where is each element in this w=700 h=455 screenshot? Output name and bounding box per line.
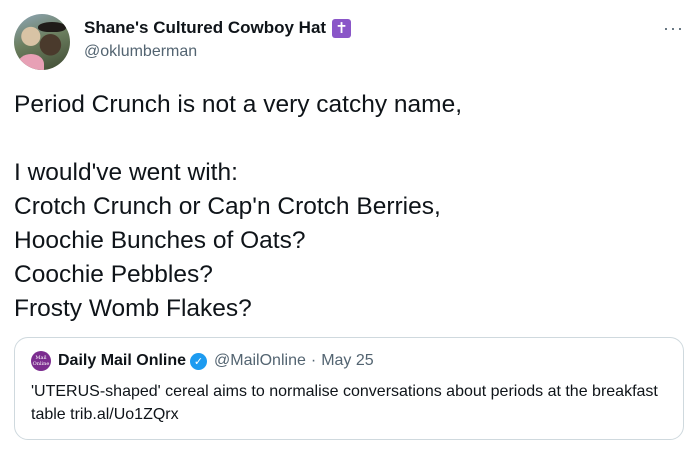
tweet-line: Frosty Womb Flakes?	[14, 295, 252, 322]
more-options-icon[interactable]: ···	[663, 18, 684, 39]
quoted-tweet-text: 'UTERUS-shaped' cereal aims to normalise…	[31, 383, 658, 423]
quoted-author-name: Daily Mail Online	[58, 352, 187, 369]
tweet-line: Period Crunch is not a very catchy name,	[14, 91, 463, 118]
pink-shirt-shape	[18, 54, 44, 70]
verified-badge-icon: ✓	[190, 352, 208, 370]
quoted-author-handle: @MailOnline	[214, 352, 306, 369]
quoted-tweet[interactable]: Mail Online Daily Mail Online ✓ @MailOnl…	[14, 337, 684, 440]
author-display-name[interactable]: Shane's Cultured Cowboy Hat	[84, 18, 326, 38]
daily-mail-logo: Mail Online	[31, 351, 51, 371]
quoted-tweet-header: Mail Online Daily Mail Online ✓ @MailOnl…	[31, 350, 374, 372]
author-handle[interactable]: @oklumberman	[84, 43, 351, 61]
tweet-text: Period Crunch is not a very catchy name,…	[14, 88, 686, 326]
logo-text-online: Online	[32, 361, 50, 367]
author-avatar[interactable]	[14, 14, 70, 70]
tweet-line: Hoochie Bunches of Oats?	[14, 227, 306, 254]
name-row: Shane's Cultured Cowboy Hat ✝	[84, 16, 352, 40]
tweet-line: I would've went with:	[14, 159, 238, 186]
cowboy-hat-shape	[38, 22, 66, 32]
tweet-line: Crotch Crunch or Cap'n Crotch Berries,	[14, 193, 441, 220]
author-header: Shane's Cultured Cowboy Hat ✝ @oklumberm…	[84, 16, 352, 61]
tweet-line: Coochie Pebbles?	[14, 261, 213, 288]
cross-icon: ✝	[332, 18, 352, 38]
meta-separator: ·	[310, 352, 317, 369]
quoted-tweet-date: May 25	[321, 352, 374, 369]
